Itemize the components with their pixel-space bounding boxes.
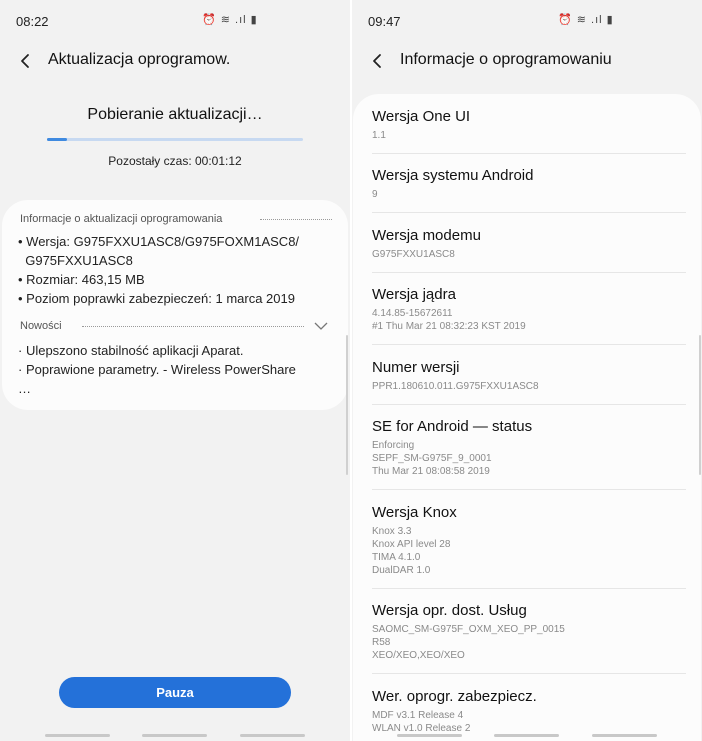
scrollbar[interactable] — [346, 335, 348, 475]
item-value: Knox 3.3 Knox API level 28 TIMA 4.1.0 Du… — [372, 526, 451, 576]
item-title: Wersja Knox — [372, 504, 457, 521]
news-line: · Ulepszono stabilność aplikacji Aparat. — [18, 343, 244, 358]
page-title: Aktualizacja oprogramow. — [48, 51, 231, 68]
separator — [372, 489, 686, 490]
nav-home-button[interactable] — [142, 734, 207, 737]
status-bar: 08:22 ⏰ ≋ .ıl ▮ — [0, 0, 350, 42]
status-icons: ⏰ ≋ .ıl ▮ — [202, 14, 258, 26]
item-title: Wersja jądra — [372, 286, 456, 303]
item-title: Wer. oprogr. zabezpiecz. — [372, 688, 537, 705]
separator — [372, 344, 686, 345]
separator — [372, 588, 686, 589]
scrollbar[interactable] — [699, 335, 701, 475]
app-bar: Informacje o oprogramowaniu — [352, 42, 702, 80]
separator — [372, 404, 686, 405]
download-title: Pobieranie aktualizacji… — [87, 106, 263, 123]
nav-recent-button[interactable] — [397, 734, 462, 737]
list-item-modem-version[interactable]: Wersja modemu G975FXXU1ASC8 — [372, 227, 686, 261]
app-bar: Aktualizacja oprogramow. — [0, 42, 350, 80]
info-line: • Wersja: G975FXXU1ASC8/G975FOXM1ASC8/ — [18, 234, 300, 249]
news-header: Nowości — [20, 320, 62, 332]
item-value: 1.1 — [372, 130, 386, 141]
download-progress-bar — [47, 138, 303, 141]
item-title: Numer wersji — [372, 359, 460, 376]
remaining-time: Pozostały czas: 00:01:12 — [108, 154, 242, 168]
download-progress-fill — [47, 138, 68, 141]
info-line: • Rozmiar: 463,15 MB — [18, 272, 145, 287]
status-time: 09:47 — [368, 14, 401, 29]
separator — [372, 272, 686, 273]
update-info-list: • Wersja: G975FXXU1ASC8/G975FOXM1ASC8/ G… — [18, 232, 299, 308]
navigation-bar — [352, 734, 702, 738]
header-divider — [260, 219, 332, 220]
list-item-knox-version[interactable]: Wersja Knox Knox 3.3 Knox API level 28 T… — [372, 504, 686, 577]
chevron-down-icon[interactable] — [314, 318, 328, 336]
item-value: PPR1.180610.011.G975FXXU1ASC8 — [372, 381, 539, 392]
news-line: · Poprawione parametry. - Wireless Power… — [18, 362, 296, 377]
software-info-list: Wersja One UI 1.1 Wersja systemu Android… — [353, 94, 701, 741]
status-bar: 09:47 ⏰ ≋ .ıl ▮ — [352, 0, 702, 42]
separator — [372, 153, 686, 154]
update-screen: 08:22 ⏰ ≋ .ıl ▮ Aktualizacja oprogramow.… — [0, 0, 350, 741]
item-value: 4.14.85-15672611 #1 Thu Mar 21 08:32:23 … — [372, 308, 526, 332]
list-item-kernel-version[interactable]: Wersja jądra 4.14.85-15672611 #1 Thu Mar… — [372, 286, 686, 333]
list-item-se-android-status[interactable]: SE for Android — status Enforcing SEPF_S… — [372, 418, 686, 478]
back-arrow-icon[interactable] — [364, 48, 390, 74]
update-info-header: Informacje o aktualizacji oprogramowania — [20, 213, 223, 225]
status-time: 08:22 — [16, 14, 49, 29]
list-item-security-software[interactable]: Wer. oprogr. zabezpiecz. MDF v3.1 Releas… — [372, 688, 686, 735]
item-title: Wersja modemu — [372, 227, 481, 244]
list-item-android-version[interactable]: Wersja systemu Android 9 — [372, 167, 686, 201]
nav-home-button[interactable] — [494, 734, 559, 737]
item-title: SE for Android — status — [372, 418, 533, 435]
pause-button[interactable]: Pauza — [59, 677, 291, 708]
item-title: Wersja systemu Android — [372, 167, 534, 184]
nav-back-button[interactable] — [240, 734, 305, 737]
list-item-service-provider[interactable]: Wersja opr. dost. Usług SAOMC_SM-G975F_O… — [372, 602, 686, 662]
item-value: SAOMC_SM-G975F_OXM_XEO_PP_0015 R58 XEO/X… — [372, 624, 565, 661]
separator — [372, 212, 686, 213]
item-value: Enforcing SEPF_SM-G975F_9_0001 Thu Mar 2… — [372, 440, 492, 477]
navigation-bar — [0, 734, 350, 738]
item-value: G975FXXU1ASC8 — [372, 249, 455, 260]
back-arrow-icon[interactable] — [12, 48, 38, 74]
news-divider — [82, 326, 304, 327]
info-line: G975FXXU1ASC8 — [18, 253, 133, 268]
software-info-screen: 09:47 ⏰ ≋ .ıl ▮ Informacje o oprogramowa… — [352, 0, 702, 741]
item-title: Wersja One UI — [372, 108, 471, 125]
nav-recent-button[interactable] — [45, 734, 110, 737]
separator — [372, 673, 686, 674]
update-info-card: Informacje o aktualizacji oprogramowania… — [2, 200, 348, 410]
list-item-build-number[interactable]: Numer wersji PPR1.180610.011.G975FXXU1AS… — [372, 359, 686, 393]
status-icons: ⏰ ≋ .ıl ▮ — [558, 14, 614, 26]
item-value: 9 — [372, 189, 378, 200]
nav-back-button[interactable] — [592, 734, 657, 737]
info-line: • Poziom poprawki zabezpieczeń: 1 marca … — [18, 291, 295, 306]
item-title: Wersja opr. dost. Usług — [372, 602, 527, 619]
item-value: MDF v3.1 Release 4 WLAN v1.0 Release 2 — [372, 710, 471, 734]
page-title: Informacje o oprogramowaniu — [400, 51, 612, 68]
news-list: · Ulepszono stabilność aplikacji Aparat.… — [18, 341, 296, 398]
list-item-one-ui[interactable]: Wersja One UI 1.1 — [372, 108, 686, 142]
news-line: … — [18, 381, 31, 396]
